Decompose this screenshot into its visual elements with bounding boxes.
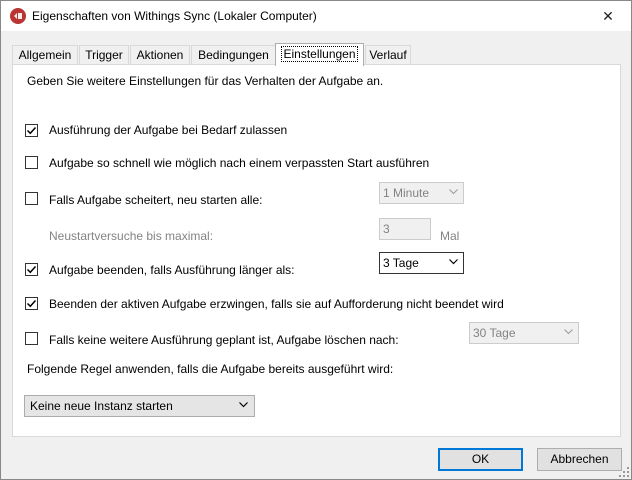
delete-after-value: 30 Tage xyxy=(473,326,516,340)
force-stop-checkbox[interactable] xyxy=(25,297,38,310)
app-icon xyxy=(10,8,26,24)
rule-label: Folgende Regel anwenden, falls die Aufga… xyxy=(27,362,394,376)
ok-button[interactable]: OK xyxy=(438,448,523,471)
max-retries-field: 3 xyxy=(379,218,431,240)
tab-label: Trigger xyxy=(85,48,123,62)
title-bar[interactable]: Eigenschaften von Withings Sync (Lokaler… xyxy=(1,1,631,31)
run-on-demand-checkbox[interactable] xyxy=(25,124,38,137)
intro-text: Geben Sie weitere Einstellungen für das … xyxy=(27,74,384,88)
restart-on-fail-checkbox[interactable] xyxy=(25,192,38,205)
resize-grip-icon[interactable] xyxy=(619,467,629,477)
max-retries-unit: Mal xyxy=(440,229,460,243)
tab-label: Aktionen xyxy=(136,48,184,62)
dialog-window: Eigenschaften von Withings Sync (Lokaler… xyxy=(0,0,632,480)
run-missed-label[interactable]: Aufgabe so schnell wie möglich nach eine… xyxy=(49,156,429,170)
force-stop-label[interactable]: Beenden der aktiven Aufgabe erzwingen, f… xyxy=(49,297,504,311)
stop-duration-value: 3 Tage xyxy=(383,256,419,270)
tab-label: Allgemein xyxy=(18,48,72,62)
restart-interval-value: 1 Minute xyxy=(383,186,430,200)
checkmark-icon xyxy=(26,265,37,274)
tab-label: Bedingungen xyxy=(198,48,269,62)
rule-select[interactable]: Keine neue Instanz starten xyxy=(24,395,255,417)
chevron-down-icon xyxy=(564,329,573,335)
close-icon[interactable]: ✕ xyxy=(585,1,631,31)
tab-verlauf[interactable]: Verlauf xyxy=(365,45,411,64)
delete-if-not-scheduled-checkbox[interactable] xyxy=(25,332,38,345)
run-on-demand-label[interactable]: Ausführung der Aufgabe bei Bedarf zulass… xyxy=(49,123,287,137)
run-missed-checkbox[interactable] xyxy=(25,156,38,169)
restart-on-fail-label[interactable]: Falls Aufgabe scheitert, neu starten all… xyxy=(49,193,262,207)
tab-label: Verlauf xyxy=(369,48,407,62)
stop-if-longer-label[interactable]: Aufgabe beenden, falls Ausführung länger… xyxy=(49,263,295,277)
stop-if-longer-checkbox[interactable] xyxy=(25,263,38,276)
tab-bedingungen[interactable]: Bedingungen xyxy=(191,45,276,64)
max-retries-value: 3 xyxy=(383,222,390,236)
settings-panel: Geben Sie weitere Einstellungen für das … xyxy=(12,64,621,437)
max-retries-label: Neustartversuche bis maximal: xyxy=(49,229,214,243)
chevron-down-icon xyxy=(239,402,248,408)
delete-if-not-scheduled-label[interactable]: Falls keine weitere Ausführung geplant i… xyxy=(49,333,399,347)
stop-duration-select[interactable]: 3 Tage xyxy=(379,252,464,274)
chevron-down-icon xyxy=(449,189,458,195)
tab-allgemein[interactable]: Allgemein xyxy=(12,45,78,64)
checkmark-icon xyxy=(26,126,37,135)
checkmark-icon xyxy=(26,299,37,308)
chevron-down-icon xyxy=(449,259,458,265)
cancel-button[interactable]: Abbrechen xyxy=(537,448,622,471)
tab-aktionen[interactable]: Aktionen xyxy=(130,45,190,64)
restart-interval-select: 1 Minute xyxy=(379,182,464,204)
tab-label: Einstellungen xyxy=(281,46,358,62)
window-title: Eigenschaften von Withings Sync (Lokaler… xyxy=(32,9,317,23)
tab-trigger[interactable]: Trigger xyxy=(79,45,129,64)
tab-einstellungen[interactable]: Einstellungen xyxy=(275,43,364,66)
delete-after-select: 30 Tage xyxy=(469,322,579,344)
rule-value: Keine neue Instanz starten xyxy=(30,399,173,413)
